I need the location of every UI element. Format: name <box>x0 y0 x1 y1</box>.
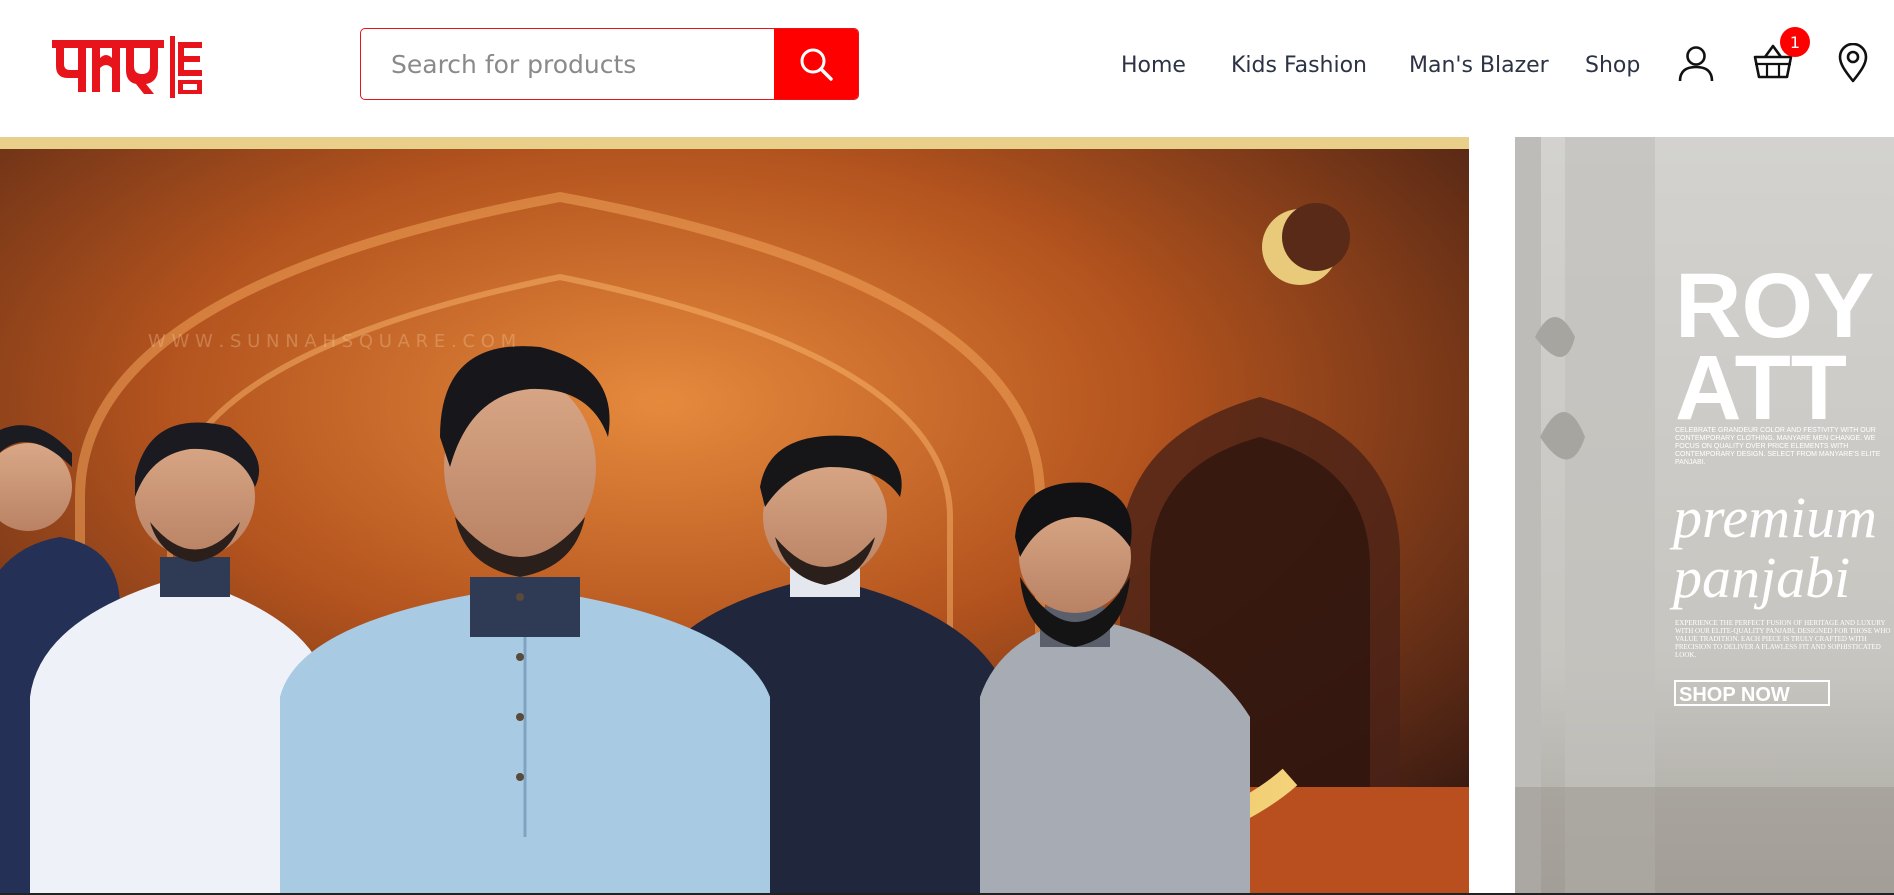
location-button[interactable] <box>1836 42 1870 84</box>
nav-home[interactable]: Home <box>1121 53 1186 78</box>
next-script-1: premium <box>1669 485 1877 550</box>
next-headline-2: ATT <box>1675 337 1847 439</box>
hero-next-banner-image: ROY ATT CELEBRATE GRANDEUR COLOR AND FES… <box>1515 137 1894 895</box>
next-shop-now-label: SHOP NOW <box>1679 684 1790 706</box>
hero-watermark: W W W . S U N N A H S Q U A R E . C O M <box>148 331 516 352</box>
hero-banner-image: W W W . S U N N A H S Q U A R E . C O M <box>0 137 1469 895</box>
next-script-2: panjabi <box>1669 545 1850 610</box>
nav-kids-fashion[interactable]: Kids Fashion <box>1231 53 1367 78</box>
search-input[interactable] <box>361 29 776 99</box>
account-button[interactable] <box>1676 43 1716 83</box>
location-pin-icon <box>1838 43 1868 83</box>
user-icon <box>1678 46 1714 82</box>
nav-shop[interactable]: Shop <box>1585 53 1640 78</box>
search-button[interactable] <box>774 29 858 99</box>
hero-slide-next[interactable]: ROY ATT CELEBRATE GRANDEUR COLOR AND FES… <box>1515 137 1894 895</box>
search-icon <box>800 48 833 81</box>
hero-slide-main[interactable]: W W W . S U N N A H S Q U A R E . C O M <box>0 137 1469 895</box>
site-logo[interactable] <box>52 34 207 100</box>
next-blurb: CELEBRATE GRANDEUR COLOR AND FESTIVITY W… <box>1675 427 1881 466</box>
cart-count-badge: 1 <box>1780 27 1810 57</box>
search-bar <box>360 28 859 100</box>
nav-mans-blazer[interactable]: Man's Blazer <box>1409 53 1549 78</box>
next-small-copy: EXPERIENCE THE PERFECT FUSION OF HERITAG… <box>1675 619 1891 659</box>
site-header: Home Kids Fashion Man's Blazer Shop 1 <box>0 0 1894 137</box>
